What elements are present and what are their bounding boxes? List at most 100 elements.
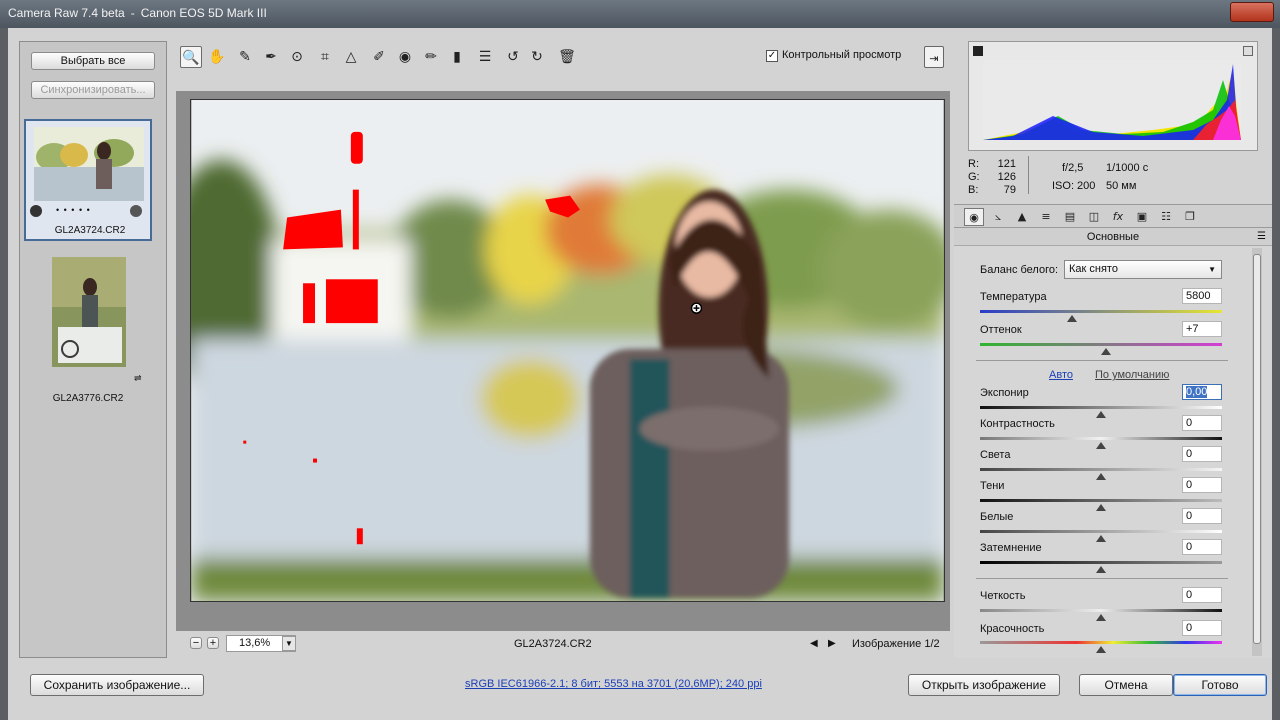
zoom-out-button[interactable]: −	[190, 637, 202, 649]
zoom-dropdown-arrow-icon[interactable]: ▼	[282, 636, 296, 651]
clarity-track[interactable]	[980, 609, 1222, 612]
open-image-button[interactable]: Открыть изображение	[908, 674, 1060, 696]
adjustment-brush-tool[interactable]: ✏	[420, 46, 442, 68]
fx-icon: fx	[1112, 210, 1124, 223]
tab-basic[interactable]: ◉	[964, 208, 984, 226]
shadows-slider-handle[interactable]	[1096, 504, 1106, 511]
exposure-field[interactable]: 0,00	[1182, 384, 1222, 400]
title-bar: Camera Raw 7.4 beta - Canon EOS 5D Mark II…	[0, 0, 1280, 28]
blacks-track[interactable]	[980, 561, 1222, 564]
cancel-button[interactable]: Отмена	[1079, 674, 1173, 696]
exposure-label: Экспонир	[980, 387, 1029, 399]
b-label: B:	[968, 184, 979, 196]
select-all-button[interactable]: Выбрать все	[31, 52, 155, 70]
tab-effects[interactable]: fx	[1108, 208, 1128, 226]
rating-dots[interactable]: • • • • •	[56, 205, 91, 215]
rotate-left-tool[interactable]: ↺	[502, 46, 524, 68]
r-value: 121	[997, 158, 1016, 170]
tab-camera-calibration[interactable]: ▣	[1132, 208, 1152, 226]
window-title: Camera Raw 7.4 beta - Canon EOS 5D Mark II…	[8, 6, 267, 20]
contrast-track[interactable]	[980, 437, 1222, 440]
tab-tone-curve[interactable]: ⦣	[988, 208, 1008, 226]
color-sampler-tool[interactable]: ✒	[260, 46, 282, 68]
previous-image-button[interactable]: ◀	[810, 638, 818, 649]
shadow-clipping-toggle[interactable]	[973, 46, 983, 56]
vibrance-field[interactable]: 0	[1182, 620, 1222, 636]
whites-slider-handle[interactable]	[1096, 535, 1106, 542]
fullscreen-icon: ⇥	[929, 52, 939, 65]
blacks-field[interactable]: 0	[1182, 539, 1222, 555]
crop-icon: ⌗	[321, 49, 329, 65]
rotate-right-tool[interactable]: ↻	[526, 46, 548, 68]
tab-detail[interactable]: ▲	[1012, 208, 1032, 226]
graduated-filter-tool[interactable]: ▮	[446, 46, 468, 68]
temperature-field[interactable]: 5800	[1182, 288, 1222, 304]
zoom-in-button[interactable]: +	[207, 637, 219, 649]
panel-menu-icon[interactable]: ☰	[1257, 228, 1266, 246]
temperature-track[interactable]	[980, 310, 1222, 313]
tab-hsl[interactable]: ≡	[1036, 208, 1056, 226]
white-balance-tool[interactable]: ✎	[234, 46, 256, 68]
title-separator: -	[130, 6, 135, 20]
tab-split-toning[interactable]: ▤	[1060, 208, 1080, 226]
exposure-slider-handle[interactable]	[1096, 411, 1106, 418]
straighten-tool[interactable]: △	[340, 46, 362, 68]
shadows-track[interactable]	[980, 499, 1222, 502]
red-eye-tool[interactable]: ◉	[394, 46, 416, 68]
panel-scrollbar[interactable]	[1252, 248, 1262, 656]
red-eye-icon: ◉	[398, 49, 412, 65]
scrollbar-thumb[interactable]	[1253, 254, 1261, 644]
trash-tool[interactable]: 🗑	[556, 46, 578, 68]
highlight-clipping-toggle[interactable]	[1243, 46, 1253, 56]
tint-track[interactable]	[980, 343, 1222, 346]
whites-track[interactable]	[980, 530, 1222, 533]
g-label: G:	[968, 171, 980, 183]
clarity-field[interactable]: 0	[1182, 587, 1222, 603]
highlights-track[interactable]	[980, 468, 1222, 471]
default-link[interactable]: По умолчанию	[1095, 369, 1169, 381]
tab-snapshots[interactable]: ❐	[1180, 208, 1200, 226]
photo-preview[interactable]	[190, 99, 945, 602]
presets-icon: ☷	[1161, 210, 1171, 223]
save-image-button[interactable]: Сохранить изображение...	[30, 674, 204, 696]
spot-removal-icon: ✐	[373, 49, 385, 65]
crop-tool[interactable]: ⌗	[314, 46, 336, 68]
tint-slider-handle[interactable]	[1100, 348, 1111, 355]
temperature-slider-handle[interactable]	[1066, 315, 1077, 322]
target-adjust-tool[interactable]: ⊙	[286, 46, 308, 68]
contrast-slider-handle[interactable]	[1096, 442, 1106, 449]
preview-checkbox[interactable]: ✓	[766, 50, 778, 62]
spot-removal-tool[interactable]: ✐	[368, 46, 390, 68]
exposure-track[interactable]	[980, 406, 1222, 409]
hand-tool[interactable]: ✋	[206, 46, 228, 68]
synchronize-button[interactable]: Синхронизировать...	[31, 81, 155, 99]
thumbnail-item-2[interactable]: ⇌ GL2A3776.CR2	[24, 257, 152, 404]
window-close-button[interactable]	[1230, 2, 1274, 22]
vibrance-track[interactable]	[980, 641, 1222, 644]
blacks-label: Затемнение	[980, 542, 1042, 554]
image-counter: Изображение 1/2	[852, 638, 940, 650]
tab-presets[interactable]: ☷	[1156, 208, 1176, 226]
highlights-slider-handle[interactable]	[1096, 473, 1106, 480]
clarity-slider-handle[interactable]	[1096, 614, 1106, 621]
white-balance-select[interactable]: Как снято ▼	[1064, 260, 1222, 279]
fullscreen-button[interactable]: ⇥	[924, 46, 944, 68]
zoom-cursor-icon	[690, 302, 703, 314]
done-button[interactable]: Готово	[1173, 674, 1267, 696]
lens-icon: ◫	[1088, 210, 1100, 223]
zoom-tool[interactable]: 🔍	[180, 46, 202, 68]
vibrance-slider-handle[interactable]	[1096, 646, 1106, 653]
tab-lens-corrections[interactable]: ◫	[1084, 208, 1104, 226]
shadows-field[interactable]: 0	[1182, 477, 1222, 493]
whites-field[interactable]: 0	[1182, 508, 1222, 524]
image-canvas[interactable]	[176, 91, 950, 631]
thumbnail-item-1[interactable]: • • • • • GL2A3724.CR2	[24, 119, 152, 241]
tint-field[interactable]: +7	[1182, 321, 1222, 337]
blacks-slider-handle[interactable]	[1096, 566, 1106, 573]
workflow-options-link[interactable]: sRGB IEC61966-2.1; 8 бит; 5553 на 3701 (…	[465, 678, 762, 690]
auto-link[interactable]: Авто	[1049, 369, 1073, 381]
highlights-field[interactable]: 0	[1182, 446, 1222, 462]
contrast-field[interactable]: 0	[1182, 415, 1222, 431]
next-image-button[interactable]: ▶	[828, 638, 836, 649]
preferences-tool[interactable]: ☰	[474, 46, 496, 68]
